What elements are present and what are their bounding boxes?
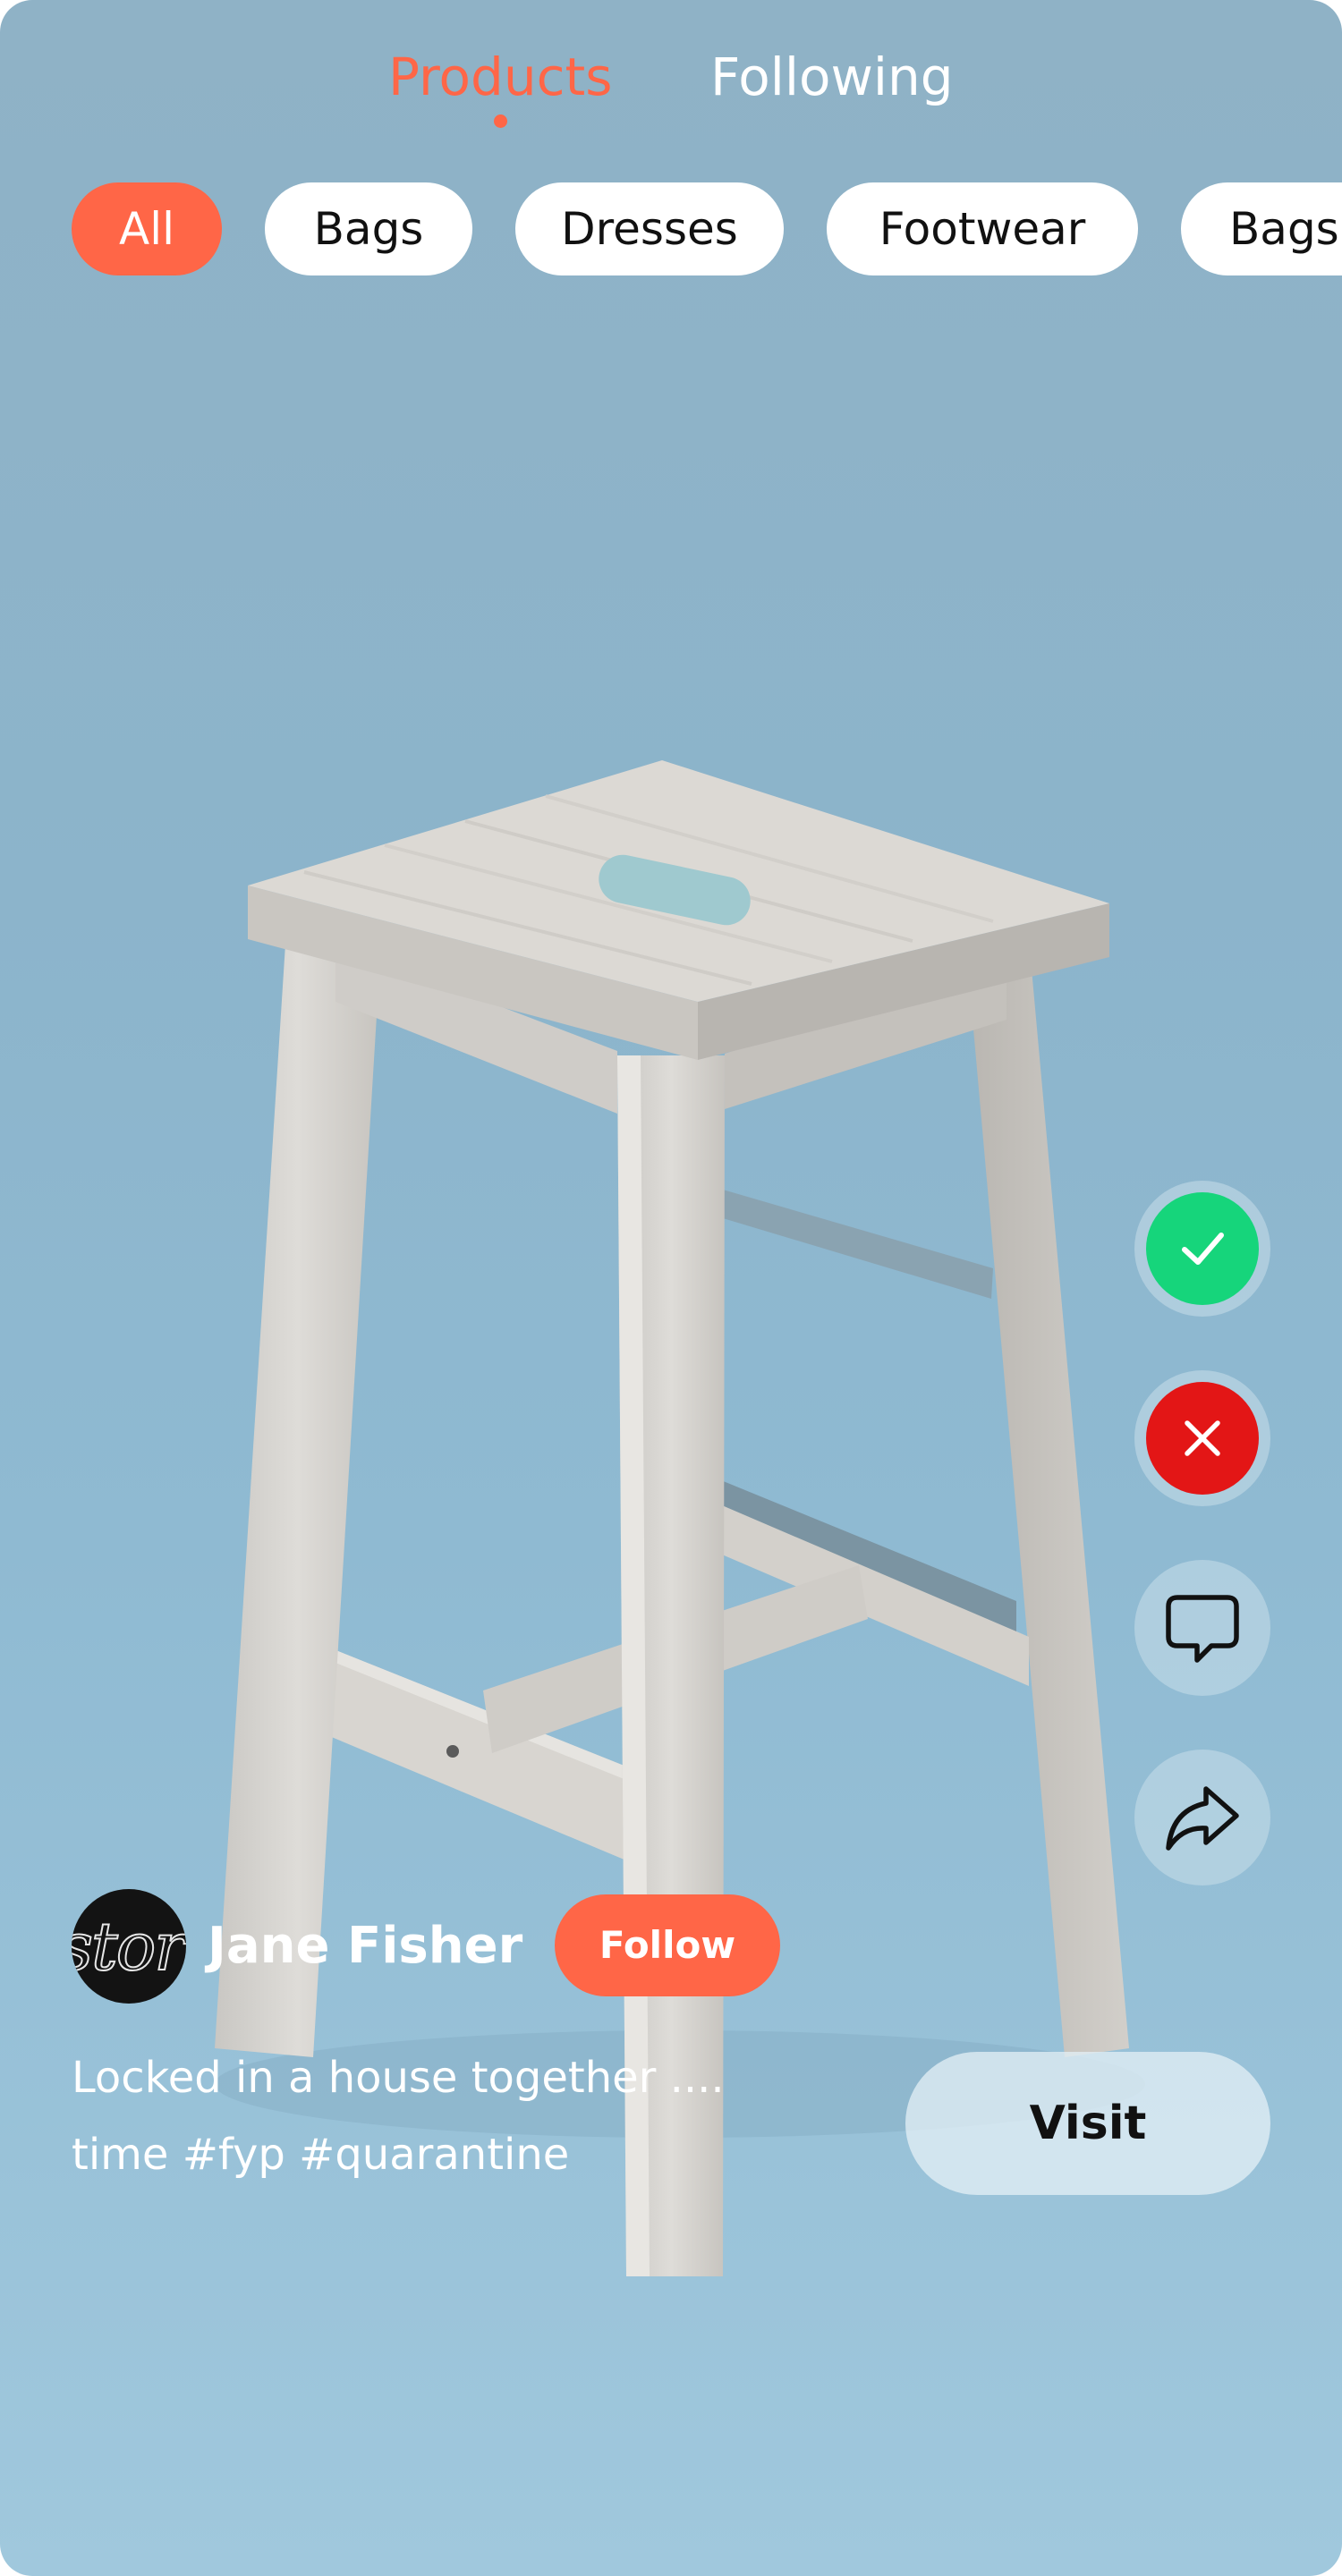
caption-line-1: Locked in a house together ....: [72, 2053, 725, 2103]
tab-products[interactable]: Products: [388, 41, 612, 113]
chip-footwear[interactable]: Footwear: [827, 182, 1138, 275]
tab-following[interactable]: Following: [710, 41, 954, 113]
comment-button[interactable]: [1134, 1560, 1270, 1696]
close-icon: [1185, 1420, 1220, 1456]
active-tab-indicator: [494, 114, 507, 128]
chip-dresses[interactable]: Dresses: [515, 182, 784, 275]
avatar[interactable]: store: [72, 1889, 186, 2004]
reject-circle: [1146, 1382, 1259, 1495]
chip-bags-2[interactable]: Bags: [1181, 182, 1342, 275]
follow-button[interactable]: Follow: [555, 1894, 780, 1996]
chip-bags[interactable]: Bags: [265, 182, 472, 275]
avatar-logo-text: store: [72, 1908, 186, 1987]
accept-button[interactable]: [1134, 1181, 1270, 1317]
accept-circle: [1146, 1192, 1259, 1305]
reject-button[interactable]: [1134, 1370, 1270, 1506]
comment-icon: [1166, 1595, 1239, 1663]
top-tabs: Products Following: [0, 41, 1342, 140]
caption-line-2: time #fyp #quarantine: [72, 2130, 570, 2180]
share-icon: [1166, 1786, 1239, 1851]
creator-name[interactable]: Jane Fisher: [208, 1912, 522, 1980]
product-feed-screen: Products Following All Bags Dresses Foot…: [0, 0, 1342, 2576]
chip-all[interactable]: All: [72, 182, 222, 275]
share-button[interactable]: [1134, 1750, 1270, 1885]
check-icon: [1182, 1233, 1224, 1265]
visit-button[interactable]: Visit: [905, 2052, 1270, 2195]
post-caption: Locked in a house together .... time #fy…: [72, 2039, 859, 2193]
category-chips: All Bags Dresses Footwear Bags: [72, 182, 1342, 275]
